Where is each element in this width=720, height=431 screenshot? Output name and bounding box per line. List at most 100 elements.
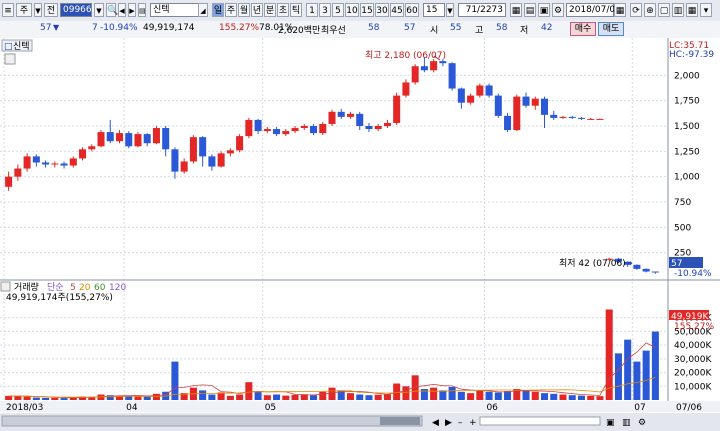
settings-icon[interactable]: ⚙: [552, 3, 564, 17]
volume-bar: [531, 391, 539, 400]
tab-minute[interactable]: 분: [264, 3, 276, 17]
grid-icon[interactable]: ▦: [510, 3, 522, 17]
candle-body: [393, 95, 401, 123]
candle-body: [134, 134, 142, 147]
zoom-icon[interactable]: ⊕: [644, 3, 656, 17]
split-icon[interactable]: ▥: [672, 3, 684, 17]
code-dropdown-arrow-icon[interactable]: ▼: [94, 3, 104, 17]
interval-30[interactable]: 30: [375, 3, 389, 17]
lock-icon[interactable]: ▢: [658, 3, 670, 17]
change-value: 7: [92, 23, 98, 33]
volume-bar: [559, 394, 567, 400]
volume-bar: [254, 391, 262, 400]
counter-display: 71/2273: [458, 3, 506, 17]
volume-legend-simple: 단순: [47, 282, 64, 293]
volume-bar: [596, 396, 604, 400]
interval-1[interactable]: 1: [306, 3, 318, 17]
interval-15[interactable]: 15: [360, 3, 374, 17]
chart-type-icon[interactable]: ▤: [524, 3, 536, 17]
search-icon[interactable]: 🔍: [106, 3, 118, 17]
low-arrow-icon: →: [625, 259, 633, 269]
tab-second[interactable]: 초: [277, 3, 289, 17]
next-stock-icon[interactable]: ▶: [128, 3, 136, 17]
tab-day[interactable]: 일: [212, 3, 224, 17]
chart-area[interactable]: □ 신텍 LC:35.71 HC:-97.39 2,0001,7501,5001…: [0, 38, 720, 431]
volume-bar: [485, 391, 493, 400]
chart-settings-icon[interactable]: ⚙: [638, 418, 646, 428]
interval-dropdown-icon[interactable]: ▼: [446, 3, 454, 17]
stock-code-input[interactable]: 099660: [60, 3, 97, 17]
tab-tick[interactable]: 틱: [290, 3, 302, 17]
volume-legend-ma20: 20: [79, 283, 91, 293]
interval-3[interactable]: 3: [319, 3, 331, 17]
price-y-tick-label: 1,250: [674, 147, 700, 157]
candle-body: [208, 156, 216, 167]
volume-bar: [291, 394, 299, 400]
candle-body: [540, 98, 549, 115]
volume-panel-collapse-icon[interactable]: [0, 281, 11, 292]
volume-legend-title: 거래량: [14, 281, 39, 293]
sell-button[interactable]: 매도: [598, 22, 624, 36]
volume-bar: [494, 392, 502, 400]
candle-body: [504, 115, 512, 131]
scroll-next-icon[interactable]: ▶: [445, 418, 452, 428]
dropdown-arrow-icon[interactable]: ▼: [34, 3, 42, 17]
zoom-slider[interactable]: [479, 416, 601, 426]
market-select[interactable]: 전: [44, 3, 58, 17]
code-type-select[interactable]: 주: [16, 3, 32, 17]
candle-body: [577, 117, 585, 119]
scroll-prev-icon[interactable]: ◀: [432, 418, 439, 428]
volume-bar: [356, 394, 364, 400]
interval-60[interactable]: 60: [405, 3, 419, 17]
volume-bar: [550, 393, 558, 400]
volume-legend-ma60: 60: [94, 283, 106, 293]
price-panel-title: 신텍: [13, 41, 30, 52]
volume-bar: [282, 395, 290, 400]
candle-body: [199, 137, 207, 157]
tab-year[interactable]: 년: [251, 3, 263, 17]
volume-bar: [457, 391, 465, 400]
chart-grid-toggle-icon[interactable]: [4, 53, 16, 65]
toggle-icon[interactable]: ▥: [622, 418, 631, 428]
volume-bar: [226, 395, 234, 400]
volume-y-tick-label: 30,000K: [674, 355, 712, 365]
fit-icon[interactable]: ▣: [606, 418, 615, 428]
candle-body: [596, 118, 604, 120]
stock-list-icon[interactable]: ▤: [138, 3, 146, 17]
menu-icon[interactable]: ≡: [2, 3, 14, 17]
candle-body: [88, 146, 96, 150]
price-panel-collapse-icon[interactable]: □: [4, 42, 13, 52]
candle-body: [254, 119, 262, 132]
chart-scrollbar[interactable]: [1, 415, 423, 427]
tab-month[interactable]: 월: [238, 3, 250, 17]
date-input[interactable]: 2018/07/06: [566, 3, 621, 17]
candle-body: [513, 96, 521, 131]
layout-icon[interactable]: ▦: [686, 3, 698, 17]
interval-10[interactable]: 10: [345, 3, 359, 17]
tab-week[interactable]: 주: [225, 3, 237, 17]
candle-body: [383, 122, 391, 126]
zoom-out-icon[interactable]: –: [458, 418, 463, 428]
more-icon[interactable]: ▾: [700, 3, 712, 17]
save-icon[interactable]: ▣: [538, 3, 550, 17]
prev-stock-icon[interactable]: ◀: [118, 3, 126, 17]
low-price: 42: [541, 23, 553, 33]
refresh-icon[interactable]: ⟳: [630, 3, 642, 17]
calendar-icon[interactable]: ▦: [614, 3, 626, 17]
scrollbar-thumb[interactable]: [380, 417, 420, 425]
interval-5[interactable]: 5: [332, 3, 344, 17]
quote-info-bar: 57 ▼ 7 -10.94% 49,919,174 155.27% 78.01%…: [0, 21, 720, 39]
volume-bar: [651, 331, 659, 400]
volume-bar: [467, 393, 475, 400]
name-dropdown-arrow-icon[interactable]: ◢: [198, 3, 208, 17]
interval-input[interactable]: 15: [423, 3, 445, 17]
zoom-in-icon[interactable]: +: [469, 418, 477, 428]
candle-body: [328, 111, 336, 124]
candle-body: [97, 132, 105, 147]
candle-body: [106, 132, 114, 142]
candle-body: [5, 176, 13, 187]
buy-button[interactable]: 매수: [570, 22, 596, 36]
volume-bar: [143, 396, 151, 400]
interval-45[interactable]: 45: [390, 3, 404, 17]
open-label: 시: [430, 26, 439, 36]
